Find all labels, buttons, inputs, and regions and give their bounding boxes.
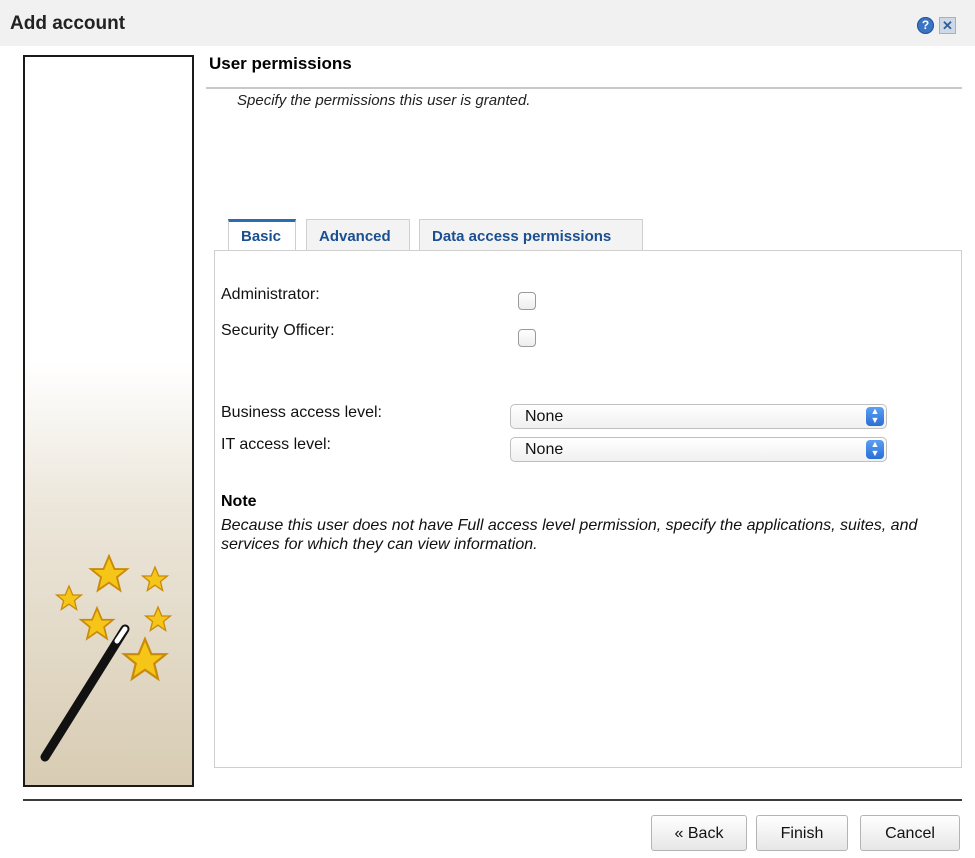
security-officer-label: Security Officer:	[221, 322, 335, 339]
it-access-level-label: IT access level:	[221, 436, 331, 453]
business-access-level-label: Business access level:	[221, 404, 382, 421]
magic-wand-icon	[40, 555, 172, 762]
heading-divider	[206, 87, 962, 89]
business-access-level-value: None	[525, 408, 564, 425]
finish-button[interactable]: Finish	[756, 815, 848, 851]
wizard-illustration-panel	[23, 55, 194, 787]
administrator-label: Administrator:	[221, 286, 320, 303]
tab-basic[interactable]: Basic	[228, 219, 296, 250]
it-access-level-value: None	[525, 441, 564, 458]
tab-advanced[interactable]: Advanced	[306, 219, 410, 250]
close-icon[interactable]: ✕	[939, 17, 956, 34]
business-access-level-select[interactable]: None ▲ ▼	[510, 404, 887, 429]
section-subtitle: Specify the permissions this user is gra…	[237, 92, 531, 109]
section-heading: User permissions	[209, 54, 352, 73]
it-access-level-select[interactable]: None ▲ ▼	[510, 437, 887, 462]
select-arrows-icon: ▲ ▼	[866, 407, 884, 426]
title-bar: Add account ? ✕	[0, 0, 975, 46]
note-title: Note	[221, 493, 257, 510]
tab-data-access-permissions[interactable]: Data access permissions	[419, 219, 643, 250]
footer-divider	[23, 799, 962, 801]
help-icon[interactable]: ?	[917, 17, 934, 34]
back-button[interactable]: « Back	[651, 815, 747, 851]
select-arrows-icon: ▲ ▼	[866, 440, 884, 459]
note-text: Because this user does not have Full acc…	[221, 517, 918, 553]
security-officer-checkbox[interactable]	[518, 329, 536, 347]
dialog-title: Add account	[10, 13, 126, 34]
cancel-button[interactable]: Cancel	[860, 815, 960, 851]
administrator-checkbox[interactable]	[518, 292, 536, 310]
